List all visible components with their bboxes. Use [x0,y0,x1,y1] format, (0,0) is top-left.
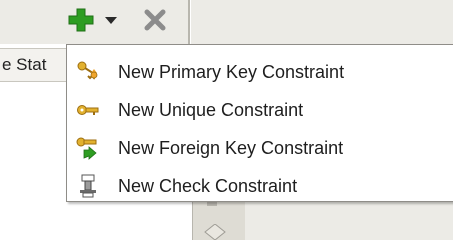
menu-item-new-check[interactable]: New Check Constraint [67,169,453,207]
grid-column-header[interactable]: e Stat [0,48,75,82]
gray-x-icon [144,9,166,31]
unique-key-icon [76,98,100,122]
remove-constraint-button[interactable] [140,6,170,34]
foreign-key-icon [76,136,100,160]
menu-item-label: New Primary Key Constraint [118,62,345,82]
add-constraint-dropdown[interactable] [103,12,119,28]
primary-key-icon [76,60,100,84]
menu-item-new-foreign-key[interactable]: New Foreign Key Constraint [67,131,453,169]
menu-item-label: New Check Constraint [118,176,298,196]
add-constraint-button[interactable] [66,6,100,34]
check-constraint-icon [76,174,100,198]
menu-item-label: New Foreign Key Constraint [118,138,344,158]
menu-item-new-primary-key[interactable]: New Primary Key Constraint [67,55,453,93]
rail-icon-diamond[interactable] [203,223,227,241]
menu-item-label: New Unique Constraint [118,100,304,120]
toolbar-divider [188,0,191,44]
green-plus-icon [68,8,94,32]
diamond-icon [204,223,226,241]
grid-column-header-label: e Stat [2,55,47,74]
chevron-down-icon [105,17,117,24]
menu-item-new-unique[interactable]: New Unique Constraint [67,93,453,131]
add-constraint-menu: New Primary Key Constraint New Unique Co… [66,44,453,202]
